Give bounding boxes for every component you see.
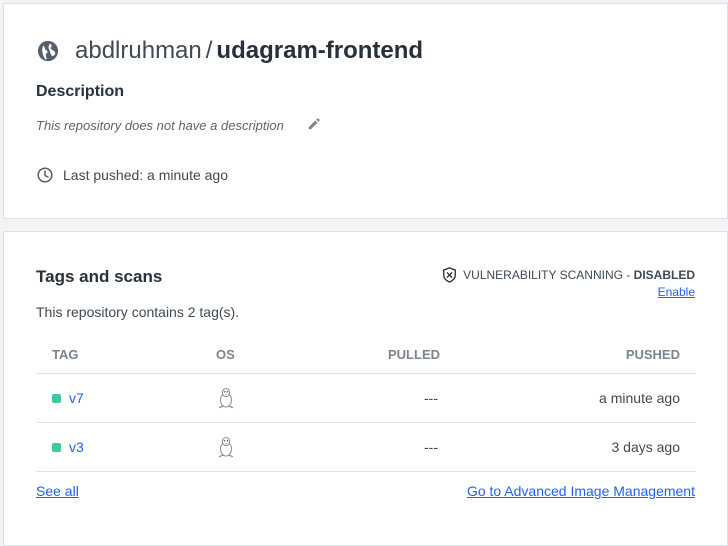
column-header-os: OS xyxy=(216,347,235,362)
tag-count-text: This repository contains 2 tag(s). xyxy=(36,304,240,320)
advanced-image-management-link[interactable]: Go to Advanced Image Management xyxy=(467,483,695,499)
tags-section-title: Tags and scans xyxy=(36,267,163,286)
tags-table: TAG OS PULLED PUSHED v7 --- a minute ago… xyxy=(36,340,696,472)
pushed-value: 3 days ago xyxy=(611,439,681,455)
scanning-dash: - xyxy=(622,268,634,282)
pulled-value: --- xyxy=(424,439,438,455)
tag-status-dot xyxy=(52,443,61,452)
description-heading: Description xyxy=(36,83,125,100)
pulled-value: --- xyxy=(424,390,438,406)
path-separator: / xyxy=(205,37,213,64)
table-row: v7 --- a minute ago xyxy=(36,374,696,423)
tag-link[interactable]: v7 xyxy=(69,390,84,406)
linux-icon xyxy=(218,387,234,409)
pushed-value: a minute ago xyxy=(599,390,680,406)
repository-title: abdlruhman / udagram-frontend xyxy=(37,37,423,65)
vulnerability-scanning-status: VULNERABILITY SCANNING - DISABLED Enable xyxy=(442,267,695,299)
vulnerability-scanning-label: VULNERABILITY SCANNING xyxy=(463,268,623,282)
shield-x-icon xyxy=(443,267,457,283)
last-pushed: Last pushed: a minute ago xyxy=(37,167,228,183)
clock-icon xyxy=(37,167,53,183)
enable-scanning-link[interactable]: Enable xyxy=(658,285,695,299)
globe-icon xyxy=(37,40,59,62)
repository-header-card: abdlruhman / udagram-frontend Descriptio… xyxy=(3,3,728,219)
tag-status-dot xyxy=(52,394,61,403)
column-header-pulled: PULLED xyxy=(388,347,440,362)
table-header: TAG OS PULLED PUSHED xyxy=(36,340,696,374)
description-text: This repository does not have a descript… xyxy=(36,118,284,133)
linux-icon xyxy=(218,436,234,458)
see-all-link[interactable]: See all xyxy=(36,483,79,499)
tags-and-scans-card: Tags and scans This repository contains … xyxy=(3,231,728,546)
column-header-tag: TAG xyxy=(52,347,79,362)
pencil-icon[interactable] xyxy=(307,117,321,131)
scanning-status: DISABLED xyxy=(633,268,695,282)
repository-name: udagram-frontend xyxy=(216,37,424,64)
column-header-pushed: PUSHED xyxy=(625,347,680,362)
tag-link[interactable]: v3 xyxy=(69,439,84,455)
table-row: v3 --- 3 days ago xyxy=(36,423,696,472)
repository-owner-link[interactable]: abdlruhman xyxy=(75,37,202,65)
last-pushed-text: Last pushed: a minute ago xyxy=(63,167,229,183)
